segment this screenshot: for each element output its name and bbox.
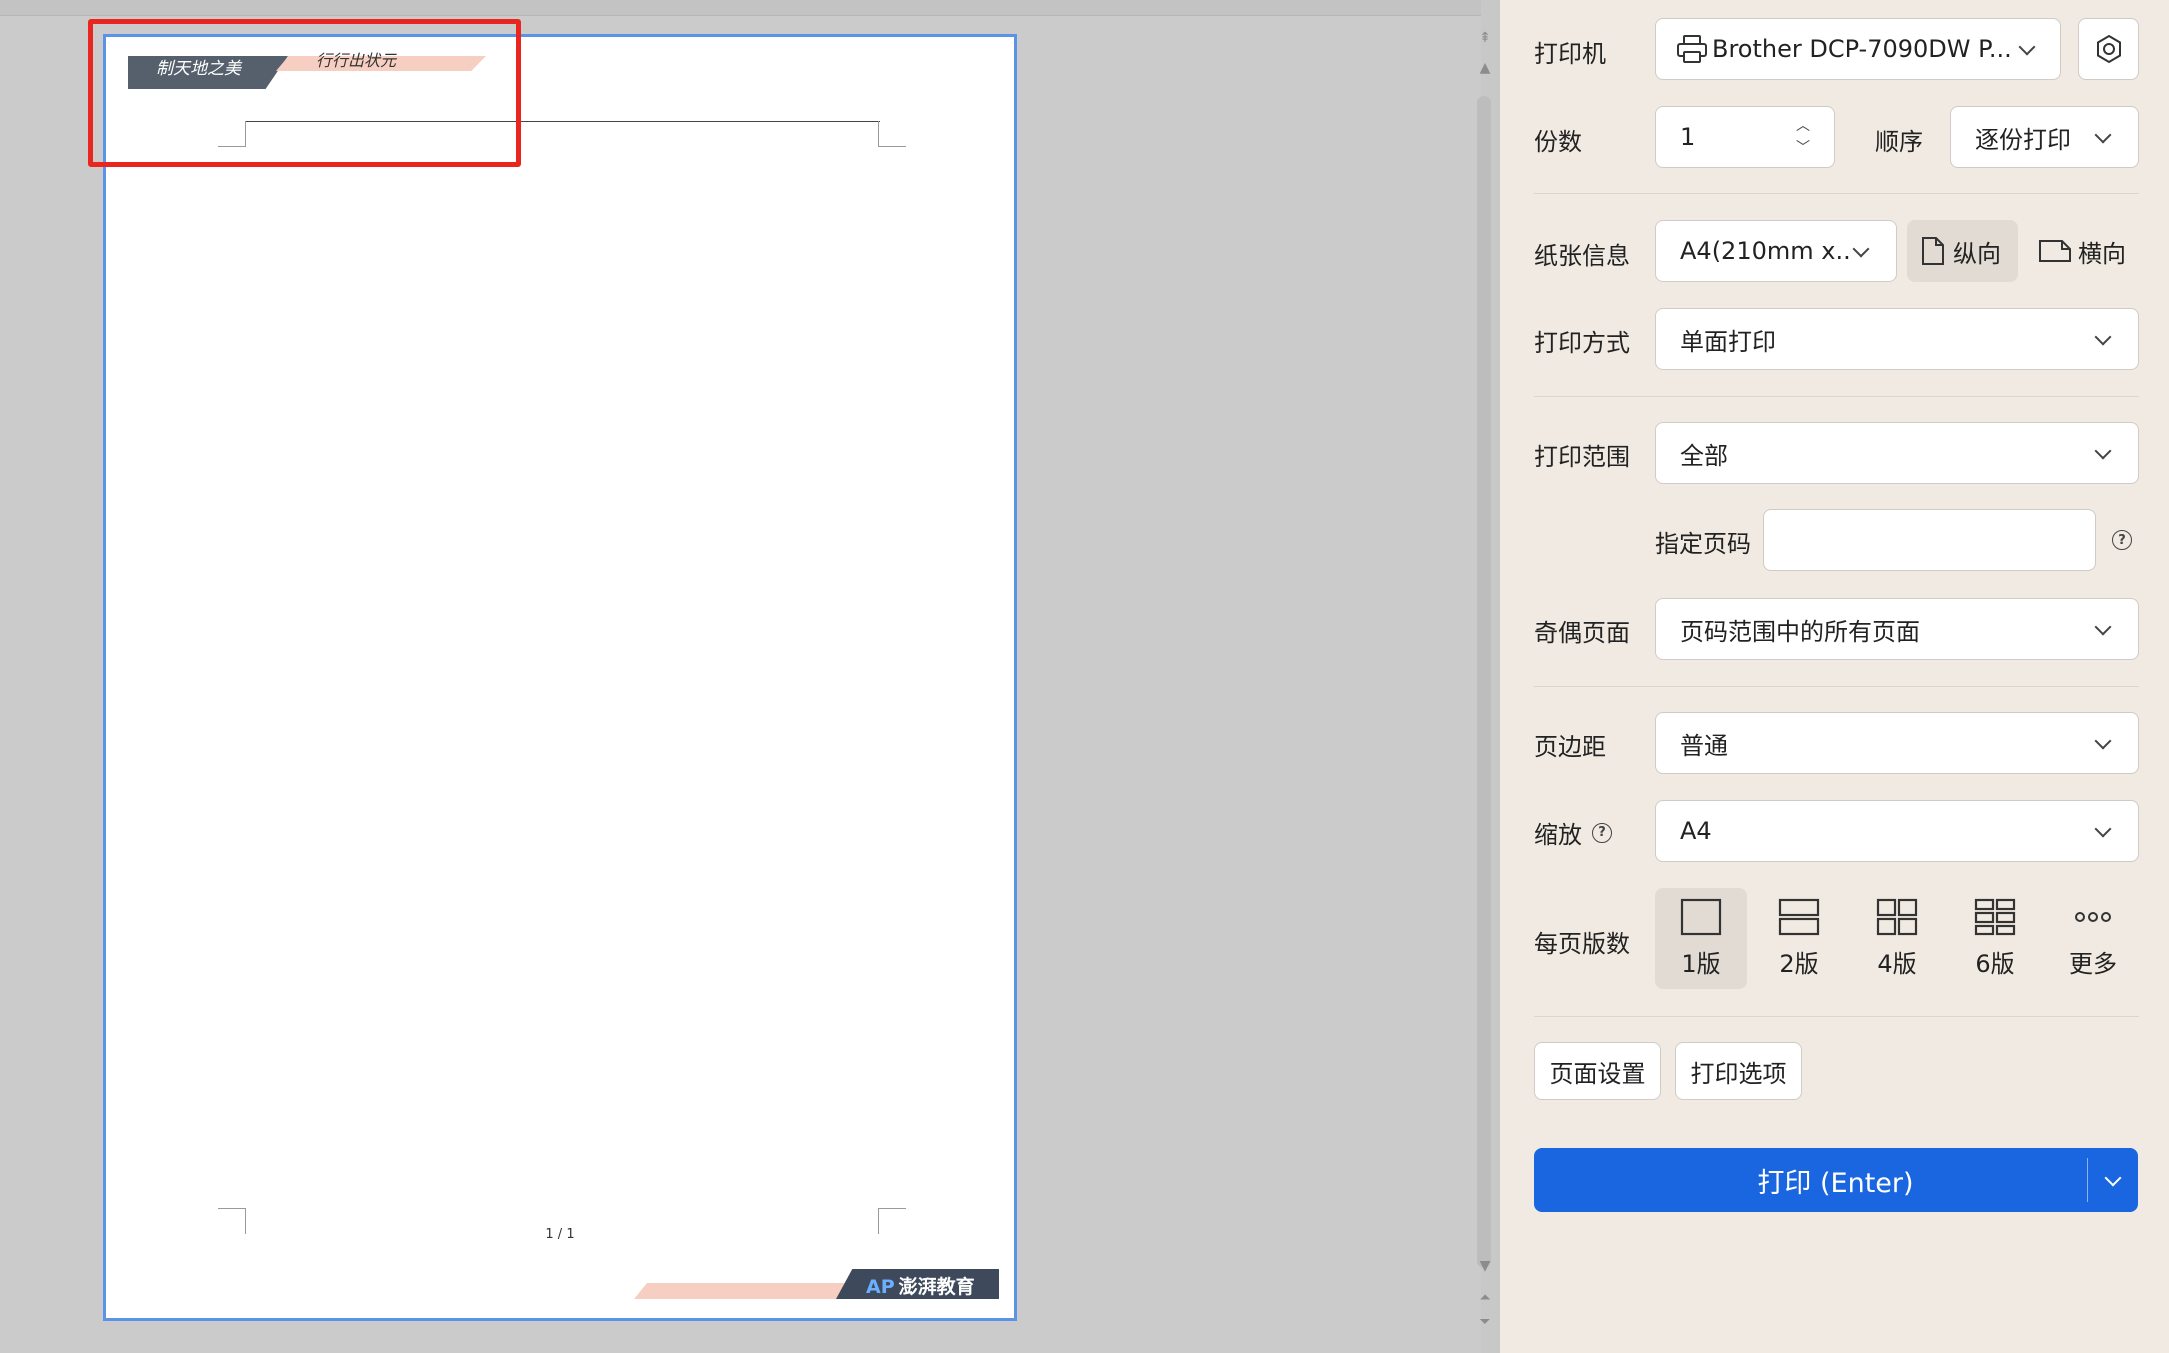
page-number: 1 / 1 <box>545 1227 575 1242</box>
scroll-prev-page-icon[interactable]: ⏶ <box>1472 1290 1498 1306</box>
order-value: 逐份打印 <box>1975 125 2071 154</box>
chevron-down-icon <box>2102 1169 2124 1191</box>
copies-value: 1 <box>1680 123 1696 151</box>
landscape-button[interactable]: 横向 <box>2036 220 2140 282</box>
landscape-page-icon <box>2039 240 2071 262</box>
chevron-down-icon <box>2092 442 2114 464</box>
layout-1-label: 1版 <box>1681 950 1721 978</box>
highlight-box <box>88 19 521 167</box>
per-page-label: 每页版数 <box>1534 930 1630 958</box>
increment-icon[interactable]: ︿ <box>1796 115 1810 137</box>
layout-4-option[interactable]: 4版 <box>1851 888 1943 989</box>
scale-label-group: 缩放 ? <box>1534 815 1612 850</box>
scale-select[interactable]: A4 <box>1655 800 2139 862</box>
portrait-label: 纵向 <box>1953 239 2001 268</box>
layout-1-icon <box>1680 898 1722 936</box>
odd-even-value: 页码范围中的所有页面 <box>1680 617 1920 646</box>
print-mode-select[interactable]: 单面打印 <box>1655 308 2139 370</box>
scale-value: A4 <box>1680 817 1712 845</box>
preview-page: 制天地之美 行行出状元 1 / 1 AP 澎湃教育 <box>103 34 1017 1321</box>
logo-text: 澎湃教育 <box>898 1276 975 1298</box>
print-preview-area: 制天地之美 行行出状元 1 / 1 AP 澎湃教育 <box>0 0 1481 1353</box>
pages-label: 指定页码 <box>1655 530 1751 558</box>
layout-4-icon <box>1876 898 1918 936</box>
preview-top-bar <box>0 0 1481 16</box>
divider <box>1534 686 2139 687</box>
odd-even-label: 奇偶页面 <box>1534 619 1630 647</box>
print-dropdown-button[interactable] <box>2088 1169 2138 1191</box>
paper-value: A4(210mm x... <box>1680 237 1850 265</box>
more-icon <box>2075 912 2111 922</box>
divider <box>1534 1016 2139 1017</box>
preview-scrollbar[interactable]: ⇞ ▲ ▼ ⏶ ⏷ <box>1472 22 1498 1353</box>
print-button[interactable]: 打印 (Enter) <box>1534 1148 2138 1212</box>
layout-more-label: 更多 <box>2069 950 2117 978</box>
margin-select[interactable]: 普通 <box>1655 712 2139 774</box>
logo-mark: AP <box>866 1276 895 1298</box>
print-button-label: 打印 (Enter) <box>1757 1167 1914 1199</box>
range-label: 打印范围 <box>1534 443 1630 471</box>
gear-icon <box>2096 34 2121 64</box>
order-select[interactable]: 逐份打印 <box>1950 106 2139 168</box>
print-mode-value: 单面打印 <box>1680 327 1776 356</box>
layout-6-option[interactable]: 6版 <box>1949 888 2041 989</box>
printer-select[interactable]: Brother DCP-7090DW P... <box>1655 18 2061 80</box>
copies-stepper[interactable]: 1 ︿ ﹀ <box>1655 106 1835 168</box>
divider <box>1534 396 2139 397</box>
chevron-down-icon <box>1850 240 1872 262</box>
margin-label: 页边距 <box>1534 733 1606 761</box>
scroll-up-icon[interactable]: ▲ <box>1472 60 1498 76</box>
range-value: 全部 <box>1680 441 1728 470</box>
landscape-label: 横向 <box>2078 239 2126 268</box>
chevron-down-icon <box>2092 820 2114 842</box>
pages-input[interactable] <box>1763 509 2096 571</box>
portrait-button[interactable]: 纵向 <box>1907 220 2018 282</box>
layout-6-label: 6版 <box>1975 950 2015 978</box>
paper-label: 纸张信息 <box>1534 242 1630 270</box>
odd-even-select[interactable]: 页码范围中的所有页面 <box>1655 598 2139 660</box>
layout-more-option[interactable]: 更多 <box>2047 888 2139 989</box>
layout-2-icon <box>1778 898 1820 936</box>
divider <box>1534 193 2139 194</box>
chevron-down-icon <box>2092 328 2114 350</box>
chevron-down-icon <box>2092 732 2114 754</box>
portrait-page-icon <box>1922 237 1944 265</box>
print-options-button[interactable]: 打印选项 <box>1675 1042 1802 1100</box>
printer-icon <box>1677 35 1707 63</box>
print-settings-panel: 打印机 Brother DCP-7090DW P... 份数 1 ︿ ﹀ 顺序 … <box>1500 0 2169 1353</box>
layout-2-label: 2版 <box>1779 950 1819 978</box>
copies-label: 份数 <box>1534 128 1582 156</box>
order-label: 顺序 <box>1875 128 1923 156</box>
paper-select[interactable]: A4(210mm x... <box>1655 220 1897 282</box>
chevron-down-icon <box>2092 618 2114 640</box>
chevron-down-icon <box>2092 126 2114 148</box>
printer-properties-button[interactable] <box>2078 18 2139 80</box>
scroll-next-page-icon[interactable]: ⏷ <box>1472 1314 1498 1330</box>
help-icon[interactable]: ? <box>2112 530 2132 550</box>
footer-logo: AP 澎湃教育 <box>866 1272 975 1299</box>
scroll-down-icon[interactable]: ▼ <box>1472 1258 1498 1274</box>
range-select[interactable]: 全部 <box>1655 422 2139 484</box>
decrement-icon[interactable]: ﹀ <box>1796 137 1810 159</box>
printer-value: Brother DCP-7090DW P... <box>1712 35 2012 63</box>
chevron-down-icon <box>2016 38 2038 60</box>
layout-1-option[interactable]: 1版 <box>1655 888 1747 989</box>
crop-mark-top-right <box>878 121 906 147</box>
layout-6-icon <box>1974 898 2016 936</box>
layout-4-label: 4版 <box>1877 950 1917 978</box>
margin-value: 普通 <box>1680 731 1728 760</box>
print-mode-label: 打印方式 <box>1534 329 1630 357</box>
scroll-to-first-icon[interactable]: ⇞ <box>1472 30 1498 46</box>
scale-label: 缩放 <box>1534 821 1582 849</box>
printer-label: 打印机 <box>1534 40 1606 68</box>
help-icon[interactable]: ? <box>1592 822 1612 843</box>
scrollbar-thumb[interactable] <box>1477 96 1491 1268</box>
page-setup-button[interactable]: 页面设置 <box>1534 1042 1661 1100</box>
layout-2-option[interactable]: 2版 <box>1753 888 1845 989</box>
